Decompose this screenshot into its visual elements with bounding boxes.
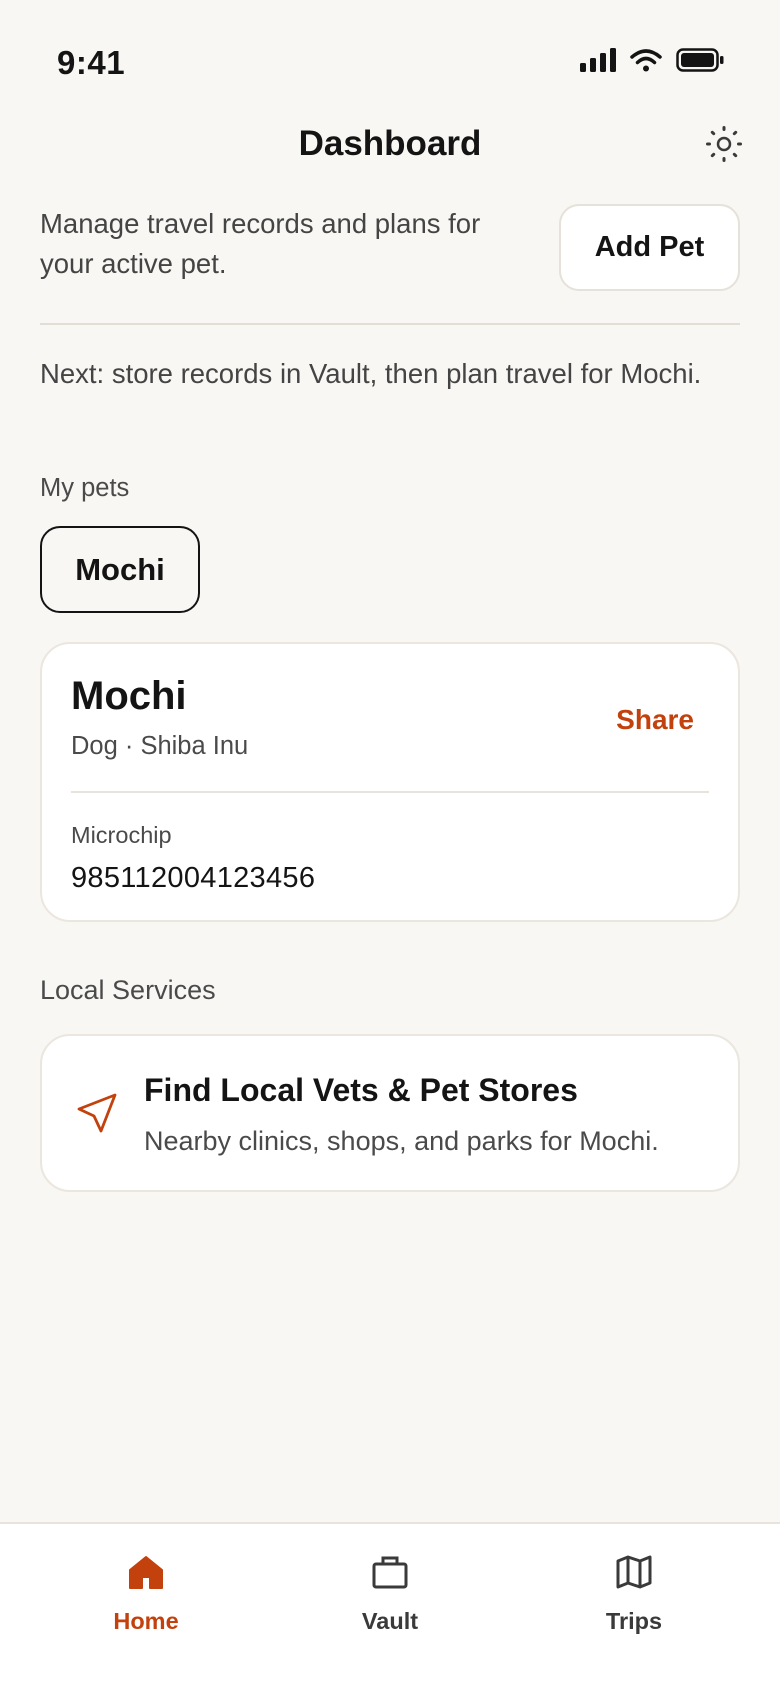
status-time: 9:41 bbox=[57, 44, 126, 81]
status-bar: 9:41 bbox=[0, 0, 780, 120]
next-step-text: Next: store records in Vault, then plan … bbox=[40, 358, 702, 389]
local-services-label: Local Services bbox=[40, 975, 216, 1005]
services-title: Find Local Vets & Pet Stores bbox=[144, 1072, 578, 1108]
share-button[interactable]: Share bbox=[616, 704, 694, 736]
tab-trips-label: Trips bbox=[605, 1608, 663, 1634]
navigation-arrow-icon bbox=[77, 1093, 117, 1133]
pet-name: Mochi bbox=[71, 674, 187, 718]
intro-row: Manage travel records and plans for your… bbox=[40, 204, 740, 294]
nav-header: Dashboard bbox=[0, 110, 780, 180]
pet-card: Mochi Dog · Shiba Inu Share Microchip 98… bbox=[40, 642, 740, 922]
tab-home-label: Home bbox=[113, 1608, 179, 1634]
map-icon bbox=[616, 1555, 652, 1589]
tab-trips[interactable]: Trips bbox=[534, 1524, 734, 1654]
cellular-signal-icon bbox=[580, 48, 616, 72]
wifi-icon bbox=[630, 49, 662, 72]
pet-chip-mochi[interactable]: Mochi bbox=[40, 526, 200, 613]
tab-vault[interactable]: Vault bbox=[290, 1524, 490, 1654]
briefcase-icon bbox=[372, 1556, 408, 1589]
pet-breed: Dog · Shiba Inu bbox=[71, 732, 249, 760]
tab-home[interactable]: Home bbox=[46, 1524, 246, 1654]
intro-text: Manage travel records and plans for your… bbox=[40, 208, 481, 279]
tab-bar: Home Vault Trips bbox=[0, 1522, 780, 1688]
microchip-label: Microchip bbox=[71, 822, 172, 848]
page-title: Dashboard bbox=[298, 124, 482, 163]
card-divider bbox=[71, 791, 709, 793]
services-subtitle: Nearby clinics, shops, and parks for Moc… bbox=[144, 1126, 659, 1156]
my-pets-label: My pets bbox=[40, 474, 130, 502]
settings-button[interactable] bbox=[702, 122, 746, 166]
status-icons bbox=[580, 48, 724, 72]
tab-vault-label: Vault bbox=[361, 1608, 419, 1634]
microchip-value: 985112004123456 bbox=[71, 862, 316, 894]
add-pet-button[interactable]: Add Pet bbox=[559, 204, 740, 291]
find-local-services-card[interactable]: Find Local Vets & Pet Stores Nearby clin… bbox=[40, 1034, 740, 1192]
home-icon bbox=[129, 1556, 163, 1589]
battery-icon bbox=[676, 48, 724, 72]
divider bbox=[40, 323, 740, 325]
gear-icon bbox=[706, 126, 742, 162]
